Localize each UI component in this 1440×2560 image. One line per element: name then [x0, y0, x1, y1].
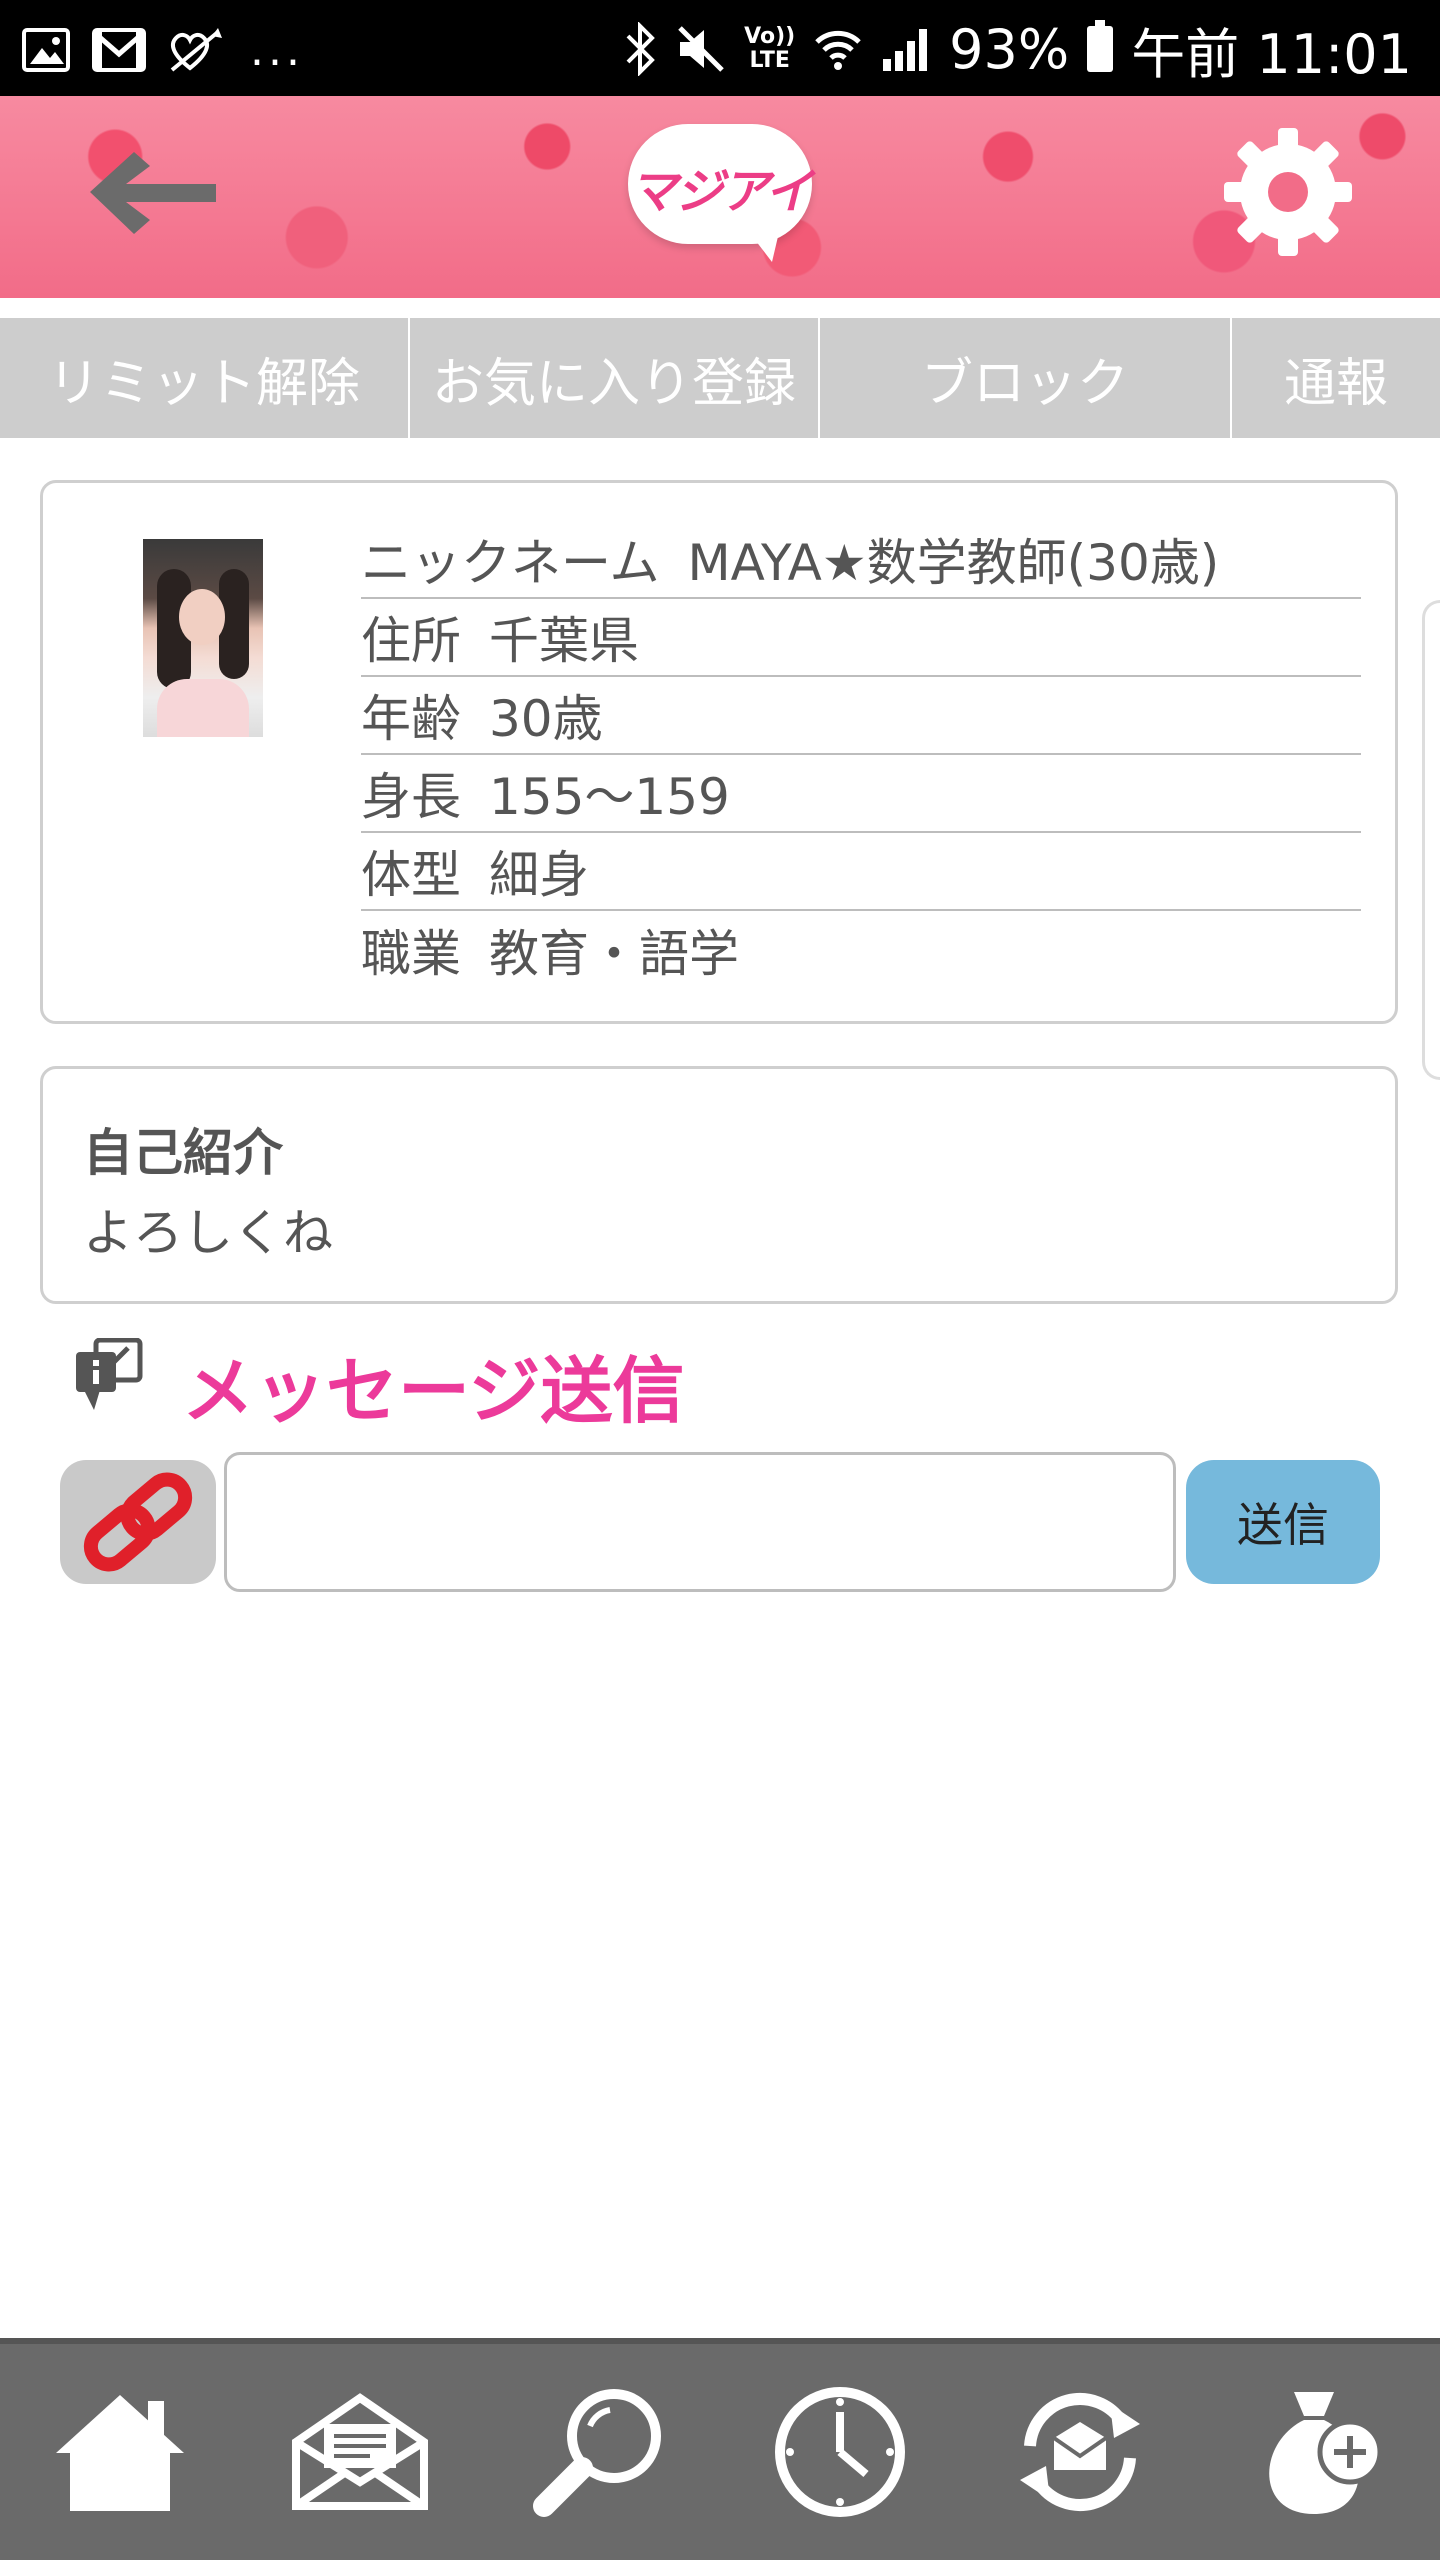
message-send-title: メッセージ送信	[182, 1349, 685, 1433]
status-bar: ... Vo)) LTE 93% 午前 11:01	[0, 0, 1440, 96]
tab-block[interactable]: ブロック	[820, 318, 1232, 438]
nav-mail[interactable]	[280, 2372, 440, 2532]
nav-search[interactable]	[520, 2372, 680, 2532]
battery-icon	[1087, 20, 1114, 72]
profile-value: 千葉県	[489, 612, 639, 670]
search-icon	[533, 2389, 661, 2517]
message-input[interactable]	[224, 1452, 1176, 1592]
profile-row-body-type: 体型 細身	[361, 833, 1361, 911]
app-logo: マジアイ	[628, 124, 813, 264]
self-intro-text: よろしくね	[83, 1204, 333, 1262]
chain-link-icon	[83, 1472, 193, 1572]
self-intro-card: 自己紹介 よろしくね	[40, 1066, 1398, 1304]
settings-button[interactable]	[1220, 124, 1356, 260]
profile-card: ニックネーム MAYA★数学教師(30歳) 住所 千葉県 年齢 30歳 身長 1…	[40, 480, 1398, 1024]
gear-icon	[1224, 128, 1352, 256]
back-button[interactable]	[84, 144, 224, 240]
tab-report[interactable]: 通報	[1232, 318, 1440, 438]
profile-label: 住所	[361, 612, 461, 670]
profile-info-list: ニックネーム MAYA★数学教師(30歳) 住所 千葉県 年齢 30歳 身長 1…	[361, 521, 1361, 989]
points-bag-add-icon	[1269, 2392, 1383, 2514]
side-drawer-handle[interactable]	[1422, 600, 1440, 1080]
profile-value: 30歳	[489, 690, 603, 748]
heart-arrow-icon	[170, 28, 222, 72]
mail-sync-icon	[1020, 2393, 1140, 2511]
mute-icon	[678, 26, 724, 72]
profile-label: 身長	[361, 768, 461, 826]
tab-add-favorite[interactable]: お気に入り登録	[410, 318, 820, 438]
home-icon	[56, 2395, 184, 2511]
bluetooth-icon	[626, 22, 655, 76]
profile-label: ニックネーム	[361, 534, 660, 592]
app-header: マジアイ	[0, 96, 1440, 298]
back-arrow-icon	[90, 152, 216, 234]
action-tab-bar: リミット解除 お気に入り登録 ブロック 通報	[0, 318, 1440, 438]
notification-icons: ...	[22, 22, 304, 78]
bottom-nav	[0, 2338, 1440, 2560]
logo-bubble-tail	[746, 228, 780, 262]
profile-value: MAYA★数学教師(30歳)	[687, 534, 1220, 592]
battery-percent: 93%	[949, 17, 1070, 81]
nav-add-points[interactable]	[1240, 2372, 1400, 2532]
profile-row-age: 年齢 30歳	[361, 677, 1361, 755]
history-clock-icon	[775, 2387, 905, 2517]
system-icons: Vo)) LTE 93% 午前 11:01	[624, 14, 1412, 86]
attach-link-button[interactable]	[60, 1460, 216, 1584]
profile-value: 細身	[489, 846, 589, 904]
mail-icon	[292, 2393, 428, 2510]
profile-label: 職業	[361, 925, 461, 983]
image-icon	[22, 28, 70, 72]
nav-home[interactable]	[40, 2372, 200, 2532]
tab-limit-release[interactable]: リミット解除	[0, 318, 410, 438]
profile-row-address: 住所 千葉県	[361, 599, 1361, 677]
profile-label: 年齢	[361, 690, 461, 748]
nav-history[interactable]	[760, 2372, 920, 2532]
nav-mail-sync[interactable]	[1000, 2372, 1160, 2532]
message-bubble-icon	[74, 1337, 144, 1412]
profile-row-occupation: 職業 教育・語学	[361, 911, 1361, 989]
profile-photo[interactable]	[143, 539, 263, 737]
self-intro-heading: 自己紹介	[83, 1124, 283, 1182]
volte-icon: Vo)) LTE	[744, 24, 796, 73]
profile-value: 155～159	[489, 768, 730, 826]
profile-row-nickname: ニックネーム MAYA★数学教師(30歳)	[361, 521, 1361, 599]
profile-value: 教育・語学	[489, 925, 739, 983]
clock: 午前 11:01	[1131, 22, 1412, 86]
profile-row-height: 身長 155～159	[361, 755, 1361, 833]
logo-text: マジアイ	[629, 164, 813, 220]
send-button[interactable]: 送信	[1186, 1460, 1380, 1584]
signal-icon	[883, 29, 928, 71]
profile-label: 体型	[361, 846, 461, 904]
more-notifications: ...	[250, 24, 304, 76]
wifi-icon	[815, 30, 861, 70]
gmail-icon	[92, 28, 146, 72]
